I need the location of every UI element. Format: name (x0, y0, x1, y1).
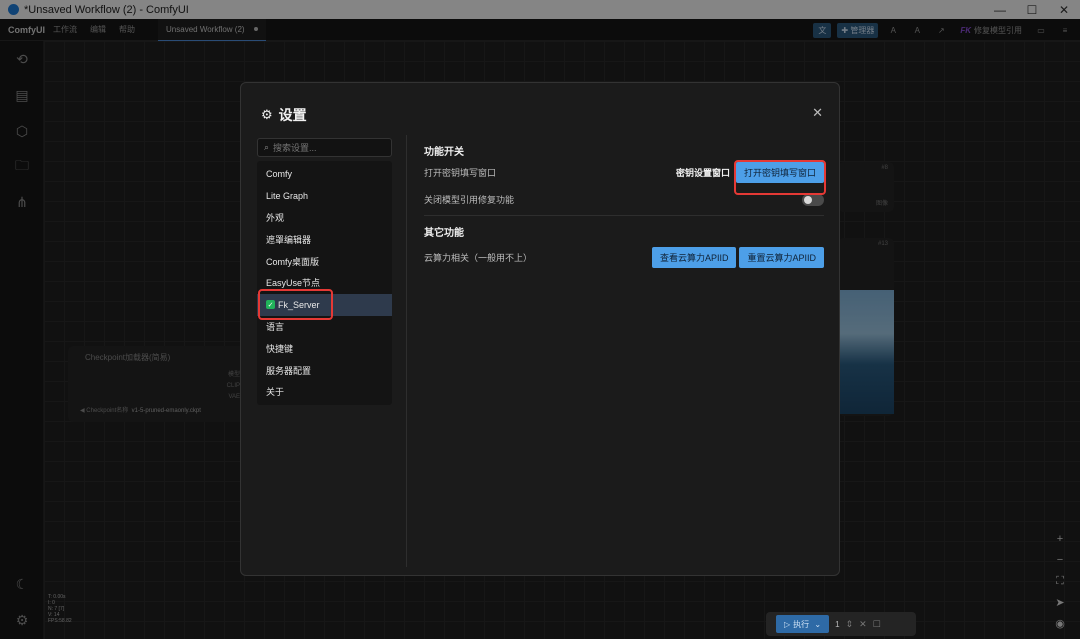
highlight-box-fk-server (258, 289, 333, 320)
highlight-box-open-key (734, 160, 826, 195)
section-other-features: 其它功能 (424, 228, 464, 239)
run-button[interactable]: ▷ 执行 ⌄ (776, 615, 830, 633)
batch-count[interactable]: 1 (835, 620, 839, 629)
nav-label: Comfy桌面版 (266, 256, 320, 267)
nav-label: Comfy (266, 168, 293, 179)
fit-view-icon[interactable]: ⛶ (1053, 574, 1067, 588)
cancel-icon[interactable]: ✕ (859, 619, 867, 630)
pointer-icon[interactable]: ➤ (1053, 595, 1067, 609)
close-icon[interactable]: ✕ (812, 105, 823, 121)
row-label: 打开密钥填写窗口 (424, 168, 497, 178)
disable-repair-toggle[interactable] (802, 193, 824, 206)
play-icon: ▷ (784, 619, 791, 629)
nav-label: 关于 (266, 387, 285, 398)
nav-label: Lite Graph (266, 190, 309, 201)
nav-keybinding[interactable]: 快捷键 (257, 337, 392, 359)
gear-icon: ⚙ (261, 107, 273, 122)
run-label: 执行 (793, 619, 810, 629)
stepper-icon[interactable]: ⇕ (846, 619, 854, 630)
row-label: 云算力相关（一般用不上） (424, 253, 533, 263)
render-stats: T: 0.00s I: 0 N: 7 [7] V: 14 FPS:58.82 (48, 594, 72, 624)
key-settings-label: 密钥设置窗口 (675, 168, 730, 178)
panel-divider (406, 135, 407, 567)
toggle-knob (804, 195, 812, 204)
reset-cloud-apiid-button[interactable]: 重置云算力APIID (739, 247, 824, 268)
nav-label: 快捷键 (266, 343, 294, 354)
nav-label: 遮罩编辑器 (266, 234, 312, 245)
search-input[interactable] (273, 142, 379, 153)
nav-comfy[interactable]: Comfy (257, 163, 392, 185)
settings-sidebar: ⌕ Comfy Lite Graph 外观 遮罩编辑器 Comfy桌面版 Eas… (257, 138, 393, 407)
dialog-header: ⚙ 设置 (261, 105, 307, 125)
section-feature-switches: 功能开关 (424, 147, 464, 158)
nav-label: 语言 (266, 321, 285, 332)
row-cloud-compute: 云算力相关（一般用不上） 查看云算力APIID 重置云算力APIID (424, 244, 824, 271)
settings-dialog: ⚙ 设置 ✕ ⌕ Comfy Lite Graph 外观 遮罩编辑器 Comfy… (240, 82, 840, 576)
row-controls: 查看云算力APIID 重置云算力APIID (651, 247, 824, 268)
canvas-zoom-tools: + − ⛶ ➤ ◉ (1053, 532, 1067, 630)
chevron-down-icon[interactable]: ⌄ (812, 620, 821, 629)
nav-appearance[interactable]: 外观 (257, 207, 392, 229)
search-icon: ⌕ (264, 142, 270, 152)
section-divider (424, 215, 824, 216)
eye-icon[interactable]: ◉ (1053, 616, 1067, 630)
nav-label: EasyUse节点 (266, 278, 321, 289)
nav-label: 服务器配置 (266, 365, 312, 376)
dialog-title: 设置 (278, 107, 307, 123)
nav-server-config[interactable]: 服务器配置 (257, 359, 392, 381)
view-cloud-apiid-button[interactable]: 查看云算力APIID (651, 247, 737, 268)
row-label: 关闭模型引用修复功能 (424, 195, 515, 205)
stat-fps: FPS:58.82 (48, 618, 72, 624)
stop-icon[interactable]: ☐ (873, 619, 881, 630)
nav-label: 外观 (266, 212, 285, 223)
nav-mask-editor[interactable]: 遮罩编辑器 (257, 228, 392, 250)
settings-search[interactable]: ⌕ (257, 138, 392, 157)
nav-lite-graph[interactable]: Lite Graph (257, 185, 392, 207)
nav-comfy-desktop[interactable]: Comfy桌面版 (257, 250, 392, 272)
row-controls (802, 193, 824, 206)
settings-nav: Comfy Lite Graph 外观 遮罩编辑器 Comfy桌面版 EasyU… (257, 161, 392, 405)
zoom-out-icon[interactable]: − (1053, 553, 1067, 567)
nav-about[interactable]: 关于 (257, 381, 392, 403)
zoom-in-icon[interactable]: + (1053, 532, 1067, 546)
run-bar: ▷ 执行 ⌄ 1 ⇕ ✕ ☐ (766, 612, 916, 636)
